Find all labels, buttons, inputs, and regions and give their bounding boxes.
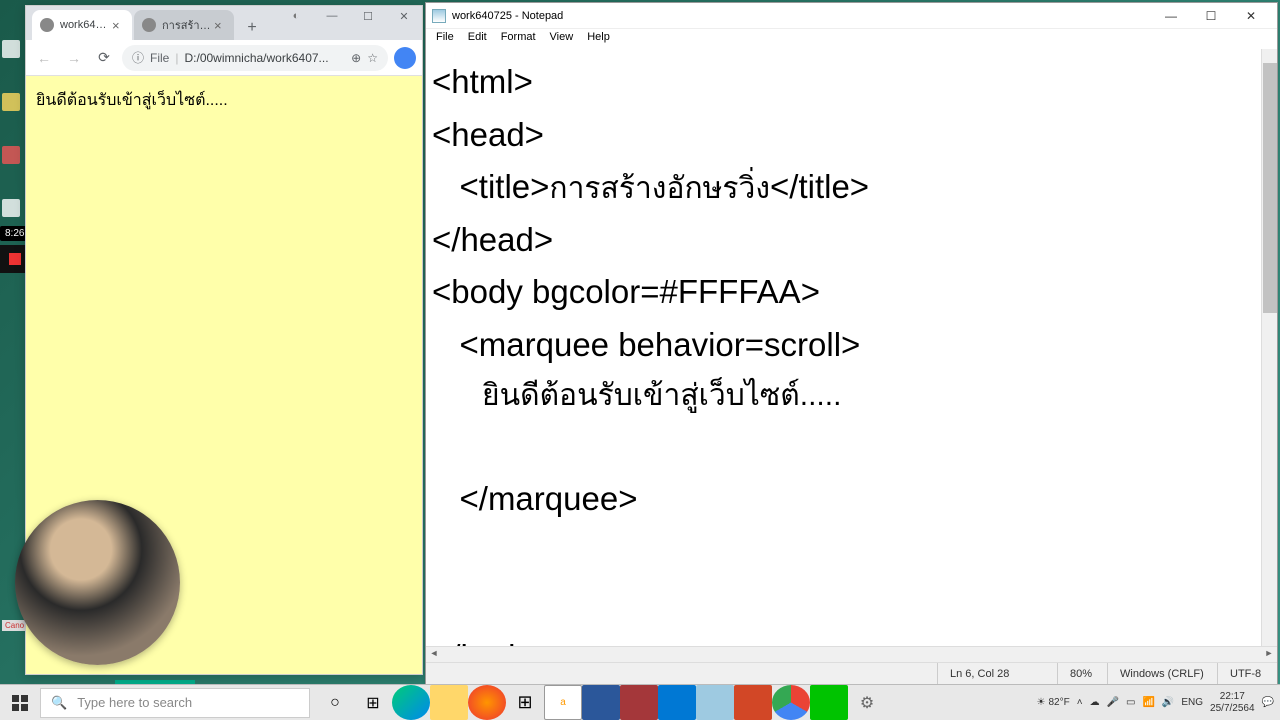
- battery-icon[interactable]: ▭: [1126, 697, 1135, 708]
- search-placeholder: Type here to search: [77, 695, 192, 710]
- chrome-tabstrip: work640... × การสร้างอั × + ◐ — ☐ ✕: [26, 6, 422, 40]
- volume-icon[interactable]: 🔊: [1162, 697, 1174, 708]
- firefox-icon[interactable]: [468, 685, 506, 720]
- cortana-icon[interactable]: ○: [316, 685, 354, 720]
- window-title: work640725 - Notepad: [452, 10, 563, 22]
- close-button[interactable]: ✕: [1231, 4, 1271, 28]
- globe-icon: [142, 18, 156, 32]
- explorer-icon[interactable]: [430, 685, 468, 720]
- notepad-window: work640725 - Notepad — ☐ ✕ File Edit For…: [425, 2, 1278, 685]
- system-tray: ☀ 82°F ˄ ☁ 🎤 ▭ 📶 🔊 ENG 22:17 25/7/2564 💬: [1037, 685, 1280, 720]
- word-icon[interactable]: [582, 685, 620, 720]
- star-icon[interactable]: ☆: [367, 51, 378, 65]
- menu-view[interactable]: View: [544, 29, 580, 49]
- menu-help[interactable]: Help: [581, 29, 616, 49]
- desktop-icon[interactable]: [2, 40, 20, 58]
- reload-button[interactable]: ⟳: [92, 46, 116, 70]
- maximize-button[interactable]: ☐: [356, 10, 380, 23]
- canon-icon[interactable]: Cano: [2, 620, 27, 631]
- amazon-icon[interactable]: a: [544, 685, 582, 720]
- forward-button[interactable]: →: [62, 46, 86, 70]
- tab-label: การสร้างอั: [162, 16, 211, 34]
- status-encoding: UTF-8: [1217, 663, 1277, 684]
- horizontal-scrollbar[interactable]: ◄►: [426, 646, 1277, 662]
- onedrive-icon[interactable]: ☁: [1090, 697, 1100, 708]
- new-tab-button[interactable]: +: [240, 16, 264, 40]
- taskbar-search[interactable]: 🔍 Type here to search: [40, 688, 310, 718]
- maximize-button[interactable]: ☐: [1191, 4, 1231, 28]
- menu-format[interactable]: Format: [495, 29, 542, 49]
- zoom-icon[interactable]: ⊕: [351, 51, 361, 65]
- menu-edit[interactable]: Edit: [462, 29, 493, 49]
- edge-icon[interactable]: [392, 685, 430, 720]
- dropbox-icon[interactable]: ⊞: [506, 685, 544, 720]
- status-zoom: 80%: [1057, 663, 1107, 684]
- address-bar[interactable]: ⓘ File | D:/00wimnicha/work6407... ⊕ ☆: [122, 45, 388, 71]
- close-icon[interactable]: ×: [214, 18, 226, 33]
- minimize-button[interactable]: —: [1151, 4, 1191, 28]
- mail-icon[interactable]: [658, 685, 696, 720]
- search-icon: 🔍: [51, 695, 67, 711]
- tab-label: work640...: [60, 19, 109, 31]
- start-button[interactable]: [0, 685, 40, 720]
- sun-icon: ☀: [1037, 697, 1046, 708]
- language-indicator[interactable]: ENG: [1181, 697, 1203, 708]
- desktop-icon[interactable]: [2, 93, 20, 111]
- notepad-menubar: File Edit Format View Help: [426, 29, 1277, 49]
- browser-tab[interactable]: work640... ×: [32, 10, 132, 40]
- minimize-button[interactable]: —: [320, 10, 344, 23]
- status-position: Ln 6, Col 28: [937, 663, 1057, 684]
- notepad-statusbar: Ln 6, Col 28 80% Windows (CRLF) UTF-8: [426, 662, 1277, 684]
- profile-avatar[interactable]: [394, 47, 416, 69]
- notepad-window-controls: — ☐ ✕: [1151, 4, 1271, 28]
- url-scheme: File: [150, 51, 169, 65]
- close-icon[interactable]: ×: [112, 18, 124, 33]
- marquee-text: ยินดีต้อนรับเข้าสู่เว็บไซต์.....: [36, 92, 228, 109]
- back-button[interactable]: ←: [32, 46, 56, 70]
- desktop-icon[interactable]: [2, 199, 20, 217]
- mic-icon[interactable]: 🎤: [1107, 697, 1119, 708]
- settings-icon[interactable]: ⚙: [848, 685, 886, 720]
- line-icon[interactable]: [810, 685, 848, 720]
- chrome-taskbar-icon[interactable]: [772, 685, 810, 720]
- incognito-icon: ◐: [284, 10, 308, 23]
- url-text: D:/00wimnicha/work6407...: [184, 51, 345, 65]
- desktop-icon[interactable]: [2, 146, 20, 164]
- chrome-toolbar: ← → ⟳ ⓘ File | D:/00wimnicha/work6407...…: [26, 40, 422, 76]
- powerpoint-icon[interactable]: [734, 685, 772, 720]
- notepad-taskbar-icon[interactable]: [696, 685, 734, 720]
- taskbar-apps: ○ ⊞ ⊞ a ⚙: [316, 685, 886, 720]
- notifications-icon[interactable]: 💬: [1262, 697, 1274, 708]
- taskbar: 🔍 Type here to search ○ ⊞ ⊞ a ⚙ ☀ 82°F ˄…: [0, 684, 1280, 720]
- menu-file[interactable]: File: [430, 29, 460, 49]
- wifi-icon[interactable]: 📶: [1142, 697, 1154, 708]
- globe-icon: [40, 18, 54, 32]
- weather-widget[interactable]: ☀ 82°F: [1037, 697, 1070, 708]
- close-button[interactable]: ✕: [392, 10, 416, 23]
- vertical-scrollbar[interactable]: [1261, 49, 1277, 646]
- chevron-up-icon[interactable]: ˄: [1077, 697, 1083, 708]
- browser-tab[interactable]: การสร้างอั ×: [134, 10, 234, 40]
- chrome-window-controls: ◐ — ☐ ✕: [284, 10, 416, 23]
- notepad-editor[interactable]: <html> <head> <title>การสร้างอักษรวิ่ง</…: [426, 49, 1261, 646]
- notepad-titlebar[interactable]: work640725 - Notepad — ☐ ✕: [426, 3, 1277, 29]
- taskbar-clock[interactable]: 22:17 25/7/2564: [1210, 691, 1255, 715]
- info-icon[interactable]: ⓘ: [132, 49, 144, 66]
- webcam-overlay[interactable]: [15, 500, 180, 665]
- status-eol: Windows (CRLF): [1107, 663, 1217, 684]
- taskview-icon[interactable]: ⊞: [354, 685, 392, 720]
- notepad-icon: [432, 9, 446, 23]
- access-icon[interactable]: [620, 685, 658, 720]
